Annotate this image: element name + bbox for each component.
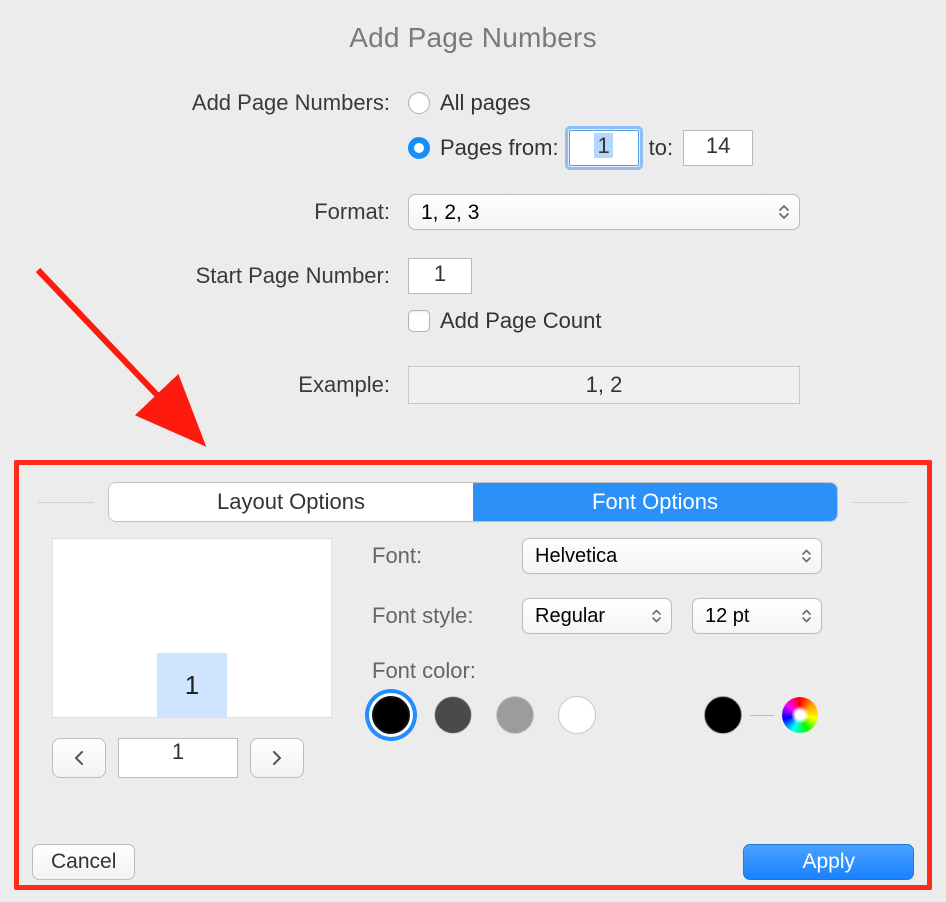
add-page-count-checkbox[interactable] (408, 310, 430, 332)
add-page-count-label: Add Page Count (440, 308, 601, 334)
radio-pages-from[interactable] (408, 137, 430, 159)
start-number-input[interactable]: 1 (408, 258, 472, 294)
pages-from-input[interactable]: 1 (569, 130, 639, 166)
radio-all-pages[interactable] (408, 92, 430, 114)
format-select[interactable]: 1, 2, 3 (408, 194, 800, 230)
format-label: Format: (28, 199, 408, 225)
startnum-label: Start Page Number: (28, 263, 408, 289)
to-label: to: (649, 135, 673, 161)
example-value: 1, 2 (408, 366, 800, 404)
scope-label: Add Page Numbers: (28, 90, 408, 116)
dialog-title: Add Page Numbers (28, 22, 918, 54)
radio-pages-from-label: Pages from: (440, 135, 559, 161)
annotation-highlight-box (14, 460, 932, 890)
pages-to-input[interactable]: 14 (683, 130, 753, 166)
radio-all-pages-label: All pages (440, 90, 531, 116)
example-label: Example: (28, 372, 408, 398)
